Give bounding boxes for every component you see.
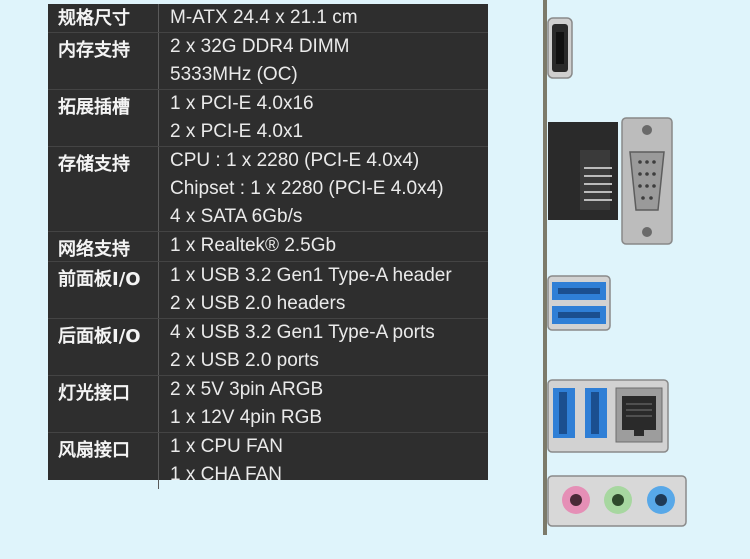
spec-value: 2 x 32G DDR4 DIMM xyxy=(170,36,350,57)
spec-label: 拓展插槽 xyxy=(48,90,159,146)
spec-value: 1 x 12V 4pin RGB xyxy=(170,407,323,428)
spec-value: 4 x USB 3.2 Gen1 Type-A ports xyxy=(170,322,435,343)
spec-label: 风扇接口 xyxy=(48,433,159,489)
spec-value: 5333MHz (OC) xyxy=(170,64,298,85)
spec-value: 2 x 5V 3pin ARGB xyxy=(170,379,324,400)
spec-value: 2 x USB 2.0 headers xyxy=(170,293,346,314)
spec-value: 2 x USB 2.0 ports xyxy=(170,350,319,371)
spec-label: 后面板I/O xyxy=(48,319,159,375)
spec-row-rear-io: 后面板I/O 4 x USB 3.2 Gen1 Type-A ports 2 x… xyxy=(48,319,488,376)
spec-label: 网络支持 xyxy=(48,232,159,261)
spec-values: 1 x CPU FAN 1 x CHA FAN xyxy=(159,433,488,489)
spec-values: 4 x USB 3.2 Gen1 Type-A ports 2 x USB 2.… xyxy=(159,319,488,375)
spec-value: 1 x CHA FAN xyxy=(170,464,282,485)
spec-row-size: 规格尺寸 M-ATX 24.4 x 21.1 cm xyxy=(48,4,488,33)
spec-label: 规格尺寸 xyxy=(48,4,159,32)
spec-label: 内存支持 xyxy=(48,33,159,89)
spec-values: M-ATX 24.4 x 21.1 cm xyxy=(159,4,488,32)
spec-value: 2 x PCI-E 4.0x1 xyxy=(170,121,304,142)
spec-row-expansion: 拓展插槽 1 x PCI-E 4.0x16 2 x PCI-E 4.0x1 xyxy=(48,90,488,147)
spec-table: 规格尺寸 M-ATX 24.4 x 21.1 cm 内存支持 2 x 32G D… xyxy=(48,4,488,489)
hdmi-port-icon xyxy=(547,17,573,79)
spec-values: 2 x 5V 3pin ARGB 1 x 12V 4pin RGB xyxy=(159,376,488,432)
rear-io-panel-illustration xyxy=(547,17,687,527)
audio-jacks-icon xyxy=(547,475,687,527)
spec-row-memory: 内存支持 2 x 32G DDR4 DIMM 5333MHz (OC) xyxy=(48,33,488,90)
usb3-dual-port-icon xyxy=(547,275,611,331)
spec-values: 1 x PCI-E 4.0x16 2 x PCI-E 4.0x1 xyxy=(159,90,488,146)
spec-value: M-ATX 24.4 x 21.1 cm xyxy=(170,7,358,28)
spec-value: 1 x CPU FAN xyxy=(170,436,283,457)
spec-label: 前面板I/O xyxy=(48,262,159,318)
spec-value: 4 x SATA 6Gb/s xyxy=(170,206,303,227)
spec-row-front-io: 前面板I/O 1 x USB 3.2 Gen1 Type-A header 2 … xyxy=(48,262,488,319)
spec-value: 1 x Realtek® 2.5Gb xyxy=(170,235,337,256)
spec-values: CPU : 1 x 2280 (PCI-E 4.0x4) Chipset : 1… xyxy=(159,147,488,231)
spec-label: 存储支持 xyxy=(48,147,159,231)
usb3-lan-port-icon xyxy=(547,379,669,453)
spec-row-storage: 存储支持 CPU : 1 x 2280 (PCI-E 4.0x4) Chipse… xyxy=(48,147,488,232)
spec-label: 灯光接口 xyxy=(48,376,159,432)
spec-value: CPU : 1 x 2280 (PCI-E 4.0x4) xyxy=(170,150,420,171)
spec-row-network: 网络支持 1 x Realtek® 2.5Gb xyxy=(48,232,488,262)
spec-row-fan: 风扇接口 1 x CPU FAN 1 x CHA FAN xyxy=(48,433,488,489)
spec-values: 2 x 32G DDR4 DIMM 5333MHz (OC) xyxy=(159,33,488,89)
spec-value: 1 x USB 3.2 Gen1 Type-A header xyxy=(170,265,452,286)
spec-values: 1 x USB 3.2 Gen1 Type-A header 2 x USB 2… xyxy=(159,262,488,318)
spec-values: 1 x Realtek® 2.5Gb xyxy=(159,232,488,261)
vga-port-icon xyxy=(548,117,673,245)
spec-value: 1 x PCI-E 4.0x16 xyxy=(170,93,314,114)
spec-value: Chipset : 1 x 2280 (PCI-E 4.0x4) xyxy=(170,178,444,199)
spec-row-lighting: 灯光接口 2 x 5V 3pin ARGB 1 x 12V 4pin RGB xyxy=(48,376,488,433)
